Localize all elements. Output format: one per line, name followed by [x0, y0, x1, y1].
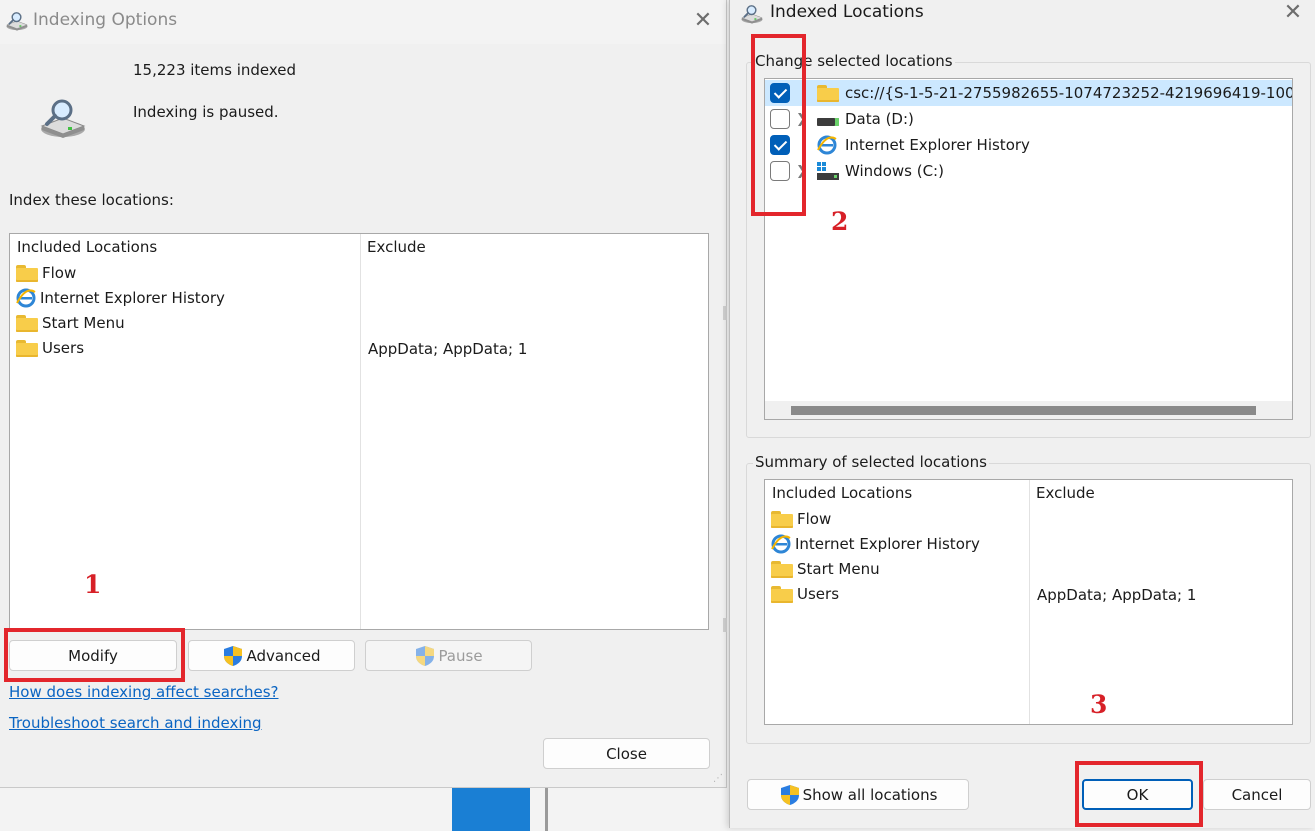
pause-button-label: Pause: [438, 646, 483, 665]
location-label: Internet Explorer History: [40, 289, 225, 307]
tree-item-label: Windows (C:): [845, 162, 944, 180]
troubleshoot-link[interactable]: Troubleshoot search and indexing: [9, 714, 262, 732]
indexing-status-icon: [38, 96, 88, 140]
location-label: Start Menu: [797, 560, 880, 578]
list-item[interactable]: Users: [771, 582, 839, 606]
horizontal-scrollbar[interactable]: [765, 401, 1292, 419]
folder-icon: [817, 84, 839, 102]
taskbar-app-tile: [452, 785, 530, 831]
exclude-value: AppData; AppData; 1: [1037, 586, 1197, 604]
list-item[interactable]: Users: [16, 336, 84, 360]
location-label: Users: [797, 585, 840, 603]
drive-icon: [817, 118, 839, 126]
column-divider: [360, 234, 361, 629]
folder-icon: [16, 264, 38, 282]
items-indexed-count: 15,223 items indexed: [133, 61, 297, 79]
summary-label: Summary of selected locations: [753, 453, 989, 471]
close-icon[interactable]: ✕: [690, 8, 716, 34]
list-item[interactable]: Internet Explorer History: [16, 286, 225, 310]
cancel-button[interactable]: Cancel: [1203, 779, 1311, 810]
close-button[interactable]: Close: [543, 738, 710, 769]
checkboxes-highlight-box: [751, 34, 806, 216]
location-label: Flow: [42, 264, 77, 282]
indexing-status: Indexing is paused.: [133, 103, 279, 121]
tree-item-label: Internet Explorer History: [845, 136, 1030, 154]
list-item[interactable]: Internet Explorer History: [771, 532, 980, 556]
backdrop-divider: [545, 785, 548, 831]
folder-icon: [16, 314, 38, 332]
location-label: Internet Explorer History: [795, 535, 980, 553]
indexing-options-icon: [740, 3, 764, 25]
advanced-button[interactable]: Advanced: [188, 640, 355, 671]
step-1-annotation: 1: [84, 570, 102, 599]
uac-shield-icon: [779, 784, 801, 806]
ok-highlight-box: [1075, 761, 1203, 827]
tree-item[interactable]: Internet Explorer History: [765, 132, 1292, 158]
window-title: Indexed Locations: [770, 2, 924, 22]
locations-tree[interactable]: csc://{S-1-5-21-2755982655-1074723252-42…: [764, 78, 1293, 420]
window-edge-mark: [723, 618, 727, 632]
tree-item[interactable]: ❯ Windows (C:): [765, 158, 1292, 184]
exclude-header[interactable]: Exclude: [1036, 484, 1095, 502]
location-label: Start Menu: [42, 314, 125, 332]
list-item[interactable]: Flow: [16, 261, 76, 285]
window-edge-mark: [723, 306, 727, 320]
resize-grip-icon[interactable]: ⋰: [713, 773, 723, 784]
indexing-options-icon: [5, 10, 29, 32]
locations-section-label: Index these locations:: [9, 191, 174, 209]
location-label: Flow: [797, 510, 832, 528]
list-item[interactable]: Start Menu: [16, 311, 125, 335]
step-3-annotation: 3: [1090, 690, 1108, 719]
windows-drive-icon: [817, 162, 839, 180]
folder-icon: [771, 510, 793, 528]
scrollbar-thumb[interactable]: [791, 406, 1256, 415]
included-locations-list[interactable]: Included Locations Exclude Flow Internet…: [9, 233, 709, 630]
indexing-help-link[interactable]: How does indexing affect searches?: [9, 683, 279, 701]
tree-item-label: csc://{S-1-5-21-2755982655-1074723252-42…: [845, 84, 1293, 102]
summary-list[interactable]: Included Locations Exclude Flow Internet…: [764, 479, 1293, 725]
folder-icon: [16, 339, 38, 357]
included-locations-header[interactable]: Included Locations: [772, 484, 912, 502]
column-divider: [1029, 480, 1030, 724]
included-locations-header[interactable]: Included Locations: [17, 238, 157, 256]
pause-button: Pause: [365, 640, 532, 671]
uac-shield-icon: [222, 645, 244, 667]
folder-icon: [771, 585, 793, 603]
indexed-locations-window: Indexed Locations ✕ Change selected loca…: [729, 0, 1315, 828]
tree-item[interactable]: ❯ Data (D:): [765, 106, 1292, 132]
location-label: Users: [42, 339, 85, 357]
exclude-header[interactable]: Exclude: [367, 238, 426, 256]
list-item[interactable]: Start Menu: [771, 557, 880, 581]
step-2-annotation: 2: [831, 207, 849, 236]
tree-item[interactable]: csc://{S-1-5-21-2755982655-1074723252-42…: [765, 80, 1293, 106]
show-all-label: Show all locations: [802, 785, 938, 804]
internet-explorer-icon: [817, 135, 837, 155]
tree-item-label: Data (D:): [845, 110, 914, 128]
title-bar: Indexing Options ✕: [0, 0, 726, 44]
list-item[interactable]: Flow: [771, 507, 831, 531]
uac-shield-icon: [414, 645, 436, 667]
folder-icon: [771, 560, 793, 578]
advanced-button-label: Advanced: [246, 646, 321, 665]
show-all-locations-button[interactable]: Show all locations: [747, 779, 969, 810]
close-icon[interactable]: ✕: [1280, 0, 1306, 26]
window-title: Indexing Options: [33, 10, 178, 30]
internet-explorer-icon: [16, 288, 36, 308]
modify-highlight-box: [4, 628, 185, 682]
exclude-value: AppData; AppData; 1: [368, 340, 528, 358]
internet-explorer-icon: [771, 534, 791, 554]
